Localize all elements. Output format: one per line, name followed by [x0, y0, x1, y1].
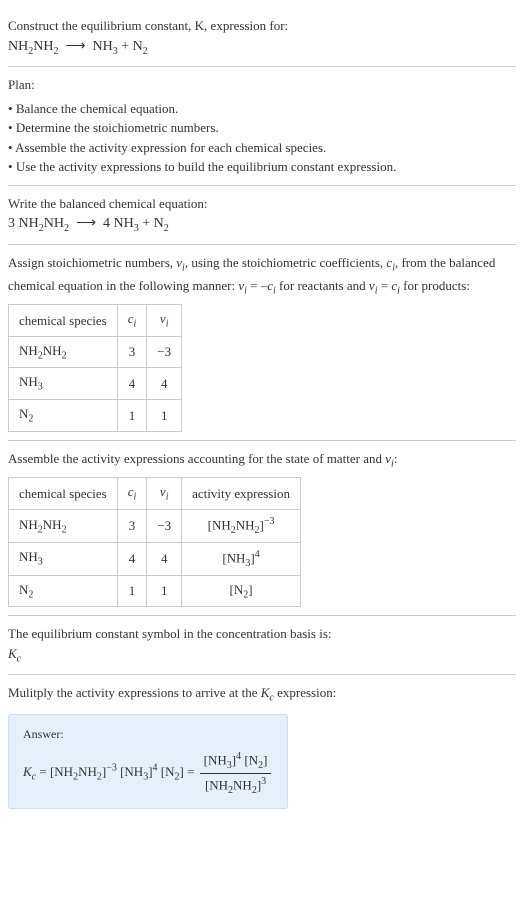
species-cell: NH3 [9, 368, 118, 400]
species-cell: NH2NH2 [9, 509, 118, 542]
answer-expression: Kc = [NH2NH2]−3 [NH3]4 [N2] = [NH3]4 [N2… [23, 749, 273, 798]
intro-prompt: Construct the equilibrium constant, K, e… [8, 16, 516, 36]
plan-item: Determine the stoichiometric numbers. [8, 118, 516, 138]
answer-label: Answer: [23, 725, 273, 743]
v-cell: 4 [147, 368, 182, 400]
v-cell: −3 [147, 336, 182, 368]
v-cell: 4 [147, 542, 182, 575]
c-cell: 4 [117, 542, 147, 575]
table-header: activity expression [182, 478, 301, 510]
v-cell: 1 [147, 400, 182, 432]
answer-lhs: Kc = [NH2NH2]−3 [NH3]4 [N2] = [23, 764, 194, 779]
balanced-equation: 3 NH2NH2 ⟶ 4 NH3 + N2 [8, 213, 516, 236]
activity-prompt: Assemble the activity expressions accoun… [8, 449, 516, 472]
table-row: NH3 4 4 [NH3]4 [9, 542, 301, 575]
c-cell: 3 [117, 336, 147, 368]
species-cell: NH3 [9, 542, 118, 575]
plan-list: Balance the chemical equation. Determine… [8, 99, 516, 177]
table-row: NH2NH2 3 −3 [9, 336, 182, 368]
answer-box: Answer: Kc = [NH2NH2]−3 [NH3]4 [N2] = [N… [8, 714, 288, 809]
stoich-section: Assign stoichiometric numbers, νi, using… [8, 245, 516, 441]
plan-section: Plan: Balance the chemical equation. Det… [8, 67, 516, 186]
table-header-row: chemical species ci νi activity expressi… [9, 478, 301, 510]
table-header: ci [117, 478, 147, 510]
species-cell: N2 [9, 575, 118, 607]
activity-table: chemical species ci νi activity expressi… [8, 477, 301, 607]
table-header: chemical species [9, 478, 118, 510]
c-cell: 4 [117, 368, 147, 400]
table-header: νi [147, 478, 182, 510]
v-cell: −3 [147, 509, 182, 542]
intro-equation: NH2NH2 ⟶ NH3 + N2 [8, 36, 516, 59]
table-row: NH2NH2 3 −3 [NH2NH2]−3 [9, 509, 301, 542]
plan-title: Plan: [8, 75, 516, 95]
plan-item: Use the activity expressions to build th… [8, 157, 516, 177]
multiply-prompt: Mulitply the activity expressions to arr… [8, 683, 516, 706]
answer-fraction: [NH3]4 [N2] [NH2NH2]3 [200, 749, 272, 798]
table-row: N2 1 1 [N2] [9, 575, 301, 607]
answer-numerator: [NH3]4 [N2] [200, 749, 272, 774]
activity-cell: [N2] [182, 575, 301, 607]
kc-symbol: Kc [8, 644, 516, 667]
table-row: N2 1 1 [9, 400, 182, 432]
species-cell: N2 [9, 400, 118, 432]
plan-item: Assemble the activity expression for eac… [8, 138, 516, 158]
species-cell: NH2NH2 [9, 336, 118, 368]
activity-section: Assemble the activity expressions accoun… [8, 441, 516, 617]
balanced-prompt: Write the balanced chemical equation: [8, 194, 516, 214]
balanced-section: Write the balanced chemical equation: 3 … [8, 186, 516, 245]
plan-item: Balance the chemical equation. [8, 99, 516, 119]
answer-denominator: [NH2NH2]3 [200, 774, 272, 798]
multiply-section: Mulitply the activity expressions to arr… [8, 675, 516, 816]
table-header: chemical species [9, 305, 118, 337]
stoich-table: chemical species ci νi NH2NH2 3 −3 NH3 4… [8, 304, 182, 431]
activity-cell: [NH3]4 [182, 542, 301, 575]
stoich-prompt: Assign stoichiometric numbers, νi, using… [8, 253, 516, 298]
activity-cell: [NH2NH2]−3 [182, 509, 301, 542]
c-cell: 1 [117, 400, 147, 432]
c-cell: 3 [117, 509, 147, 542]
table-header: νi [147, 305, 182, 337]
kc-symbol-prompt: The equilibrium constant symbol in the c… [8, 624, 516, 644]
intro-section: Construct the equilibrium constant, K, e… [8, 8, 516, 67]
table-header-row: chemical species ci νi [9, 305, 182, 337]
table-row: NH3 4 4 [9, 368, 182, 400]
kc-symbol-section: The equilibrium constant symbol in the c… [8, 616, 516, 675]
c-cell: 1 [117, 575, 147, 607]
v-cell: 1 [147, 575, 182, 607]
table-header: ci [117, 305, 147, 337]
